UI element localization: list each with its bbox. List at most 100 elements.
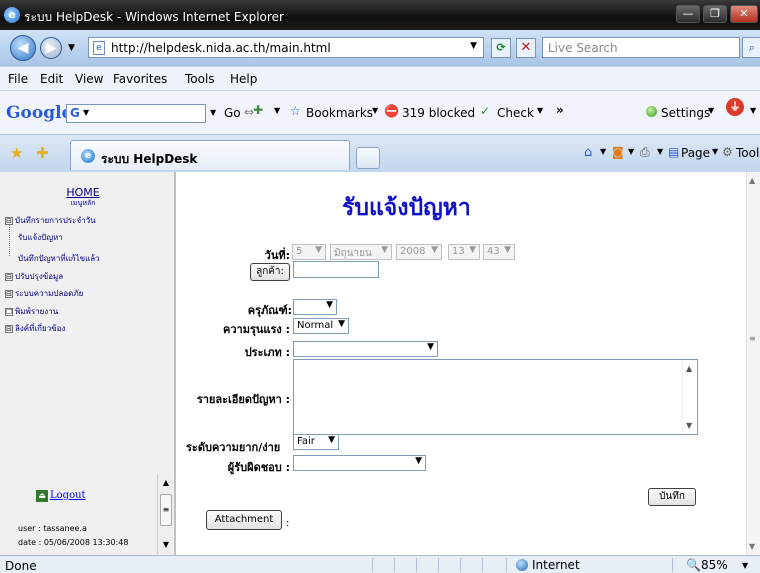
google-go-button[interactable]: Go xyxy=(224,106,241,120)
textarea-scrollbar: ▲ ▼ xyxy=(682,360,697,434)
minimize-button[interactable]: — xyxy=(676,5,700,23)
equipment-select[interactable]: ▼ xyxy=(293,299,337,315)
page-dropdown-icon[interactable]: ▼ xyxy=(712,147,718,156)
menu-view[interactable]: View xyxy=(75,72,103,86)
settings-dropdown-icon[interactable]: ▼ xyxy=(708,106,714,115)
menu-file[interactable]: File xyxy=(8,72,28,86)
google-search-input[interactable]: G ▼ xyxy=(66,104,206,123)
severity-select[interactable]: Normal ▼ xyxy=(293,318,349,334)
type-select[interactable]: ▼ xyxy=(293,341,438,357)
ie-logo-icon: e xyxy=(4,7,20,23)
maximize-button[interactable]: ❐ xyxy=(703,5,727,23)
menu-tools[interactable]: Tools xyxy=(185,72,215,86)
close-button[interactable]: ✕ xyxy=(730,5,758,23)
status-bar: Done Internet 🔍85% ▼ xyxy=(0,555,760,573)
status-text: Done xyxy=(5,559,37,573)
google-logo: Google xyxy=(6,103,73,123)
page-menu-button[interactable]: Page xyxy=(681,146,710,160)
scroll-up-icon: ▲ xyxy=(749,176,756,185)
search-input[interactable]: Live Search xyxy=(542,37,740,58)
save-button[interactable]: บันทึก xyxy=(648,488,696,506)
google-box-dropdown-icon[interactable]: ▼ xyxy=(83,108,89,117)
tree-item-report-problem[interactable]: รับแจ้งปัญหา xyxy=(18,231,63,244)
user-info: user : tassanee.a xyxy=(18,524,87,533)
history-dropdown-icon[interactable]: ▼ xyxy=(68,43,75,53)
refresh-button[interactable]: ⟳ xyxy=(491,38,511,58)
difficulty-label: ระดับความยาก/ง่าย xyxy=(186,441,281,454)
popup-blocked-button[interactable]: 319 blocked xyxy=(402,106,475,120)
settings-button[interactable]: Settings xyxy=(661,106,710,120)
puzzle-dropdown-icon[interactable]: ▼ xyxy=(274,106,280,115)
toolbar-overflow-button[interactable]: » xyxy=(556,103,564,117)
favorites-star-icon[interactable]: ★ xyxy=(10,144,23,162)
window-title-bar: e ระบบ HelpDesk - Windows Internet Explo… xyxy=(0,0,760,30)
detail-label: รายละเอียดปัญหา : xyxy=(196,393,290,406)
gear-icon: ⚙ xyxy=(722,145,733,159)
customer-input[interactable] xyxy=(293,261,379,278)
menu-edit[interactable]: Edit xyxy=(40,72,63,86)
google-search-dropdown-icon[interactable]: ▼ xyxy=(210,108,216,117)
tab-label: ระบบ HelpDesk xyxy=(101,152,198,166)
tree-item-security[interactable]: ⊟ ระบบความปลอดภัย xyxy=(5,287,83,300)
feeds-icon[interactable]: ◙ xyxy=(612,145,624,159)
address-toolbar: ◀ ▶ ▼ e http://helpdesk.nida.ac.th/main.… xyxy=(0,30,760,66)
new-tab-button[interactable] xyxy=(356,147,380,169)
tree-item-solved-problems[interactable]: บันทึกปัญหาที่แก้ไขแล้ว xyxy=(18,252,100,265)
home-dropdown-icon[interactable]: ▼ xyxy=(600,147,606,156)
search-icon[interactable]: ⌕ xyxy=(742,37,760,58)
globe-icon xyxy=(516,559,528,571)
logout-link[interactable]: ⏏ Logout xyxy=(36,490,86,502)
month-select[interactable]: มิถุนายน ▼ xyxy=(330,244,392,260)
zoom-level[interactable]: 🔍85% xyxy=(686,558,728,572)
year-select[interactable]: 2008 ▼ xyxy=(396,244,442,260)
day-select[interactable]: 5 ▼ xyxy=(292,244,326,260)
main-frame-scrollbar[interactable]: ▲ ≡ ▼ xyxy=(746,172,760,555)
bookmarks-dropdown-icon[interactable]: ▼ xyxy=(372,106,378,115)
detail-textarea[interactable]: ▲ ▼ xyxy=(293,359,698,435)
tools-menu-button[interactable]: Tools xyxy=(736,146,760,160)
zoom-dropdown-icon[interactable]: ▼ xyxy=(742,561,748,570)
bookmarks-button[interactable]: Bookmarks xyxy=(306,106,373,120)
forward-button[interactable]: ▶ xyxy=(40,37,62,59)
menu-help[interactable]: Help xyxy=(230,72,257,86)
spellcheck-icon: ✓ xyxy=(480,104,491,118)
check-dropdown-icon[interactable]: ▼ xyxy=(537,106,543,115)
google-box-icon: G xyxy=(70,106,80,120)
page-title: รับแจ้งปัญหา xyxy=(342,195,471,221)
type-label: ประเภท : xyxy=(244,346,290,359)
address-field[interactable]: e http://helpdesk.nida.ac.th/main.html ▼ xyxy=(88,37,484,58)
attachment-button[interactable]: Attachment xyxy=(206,510,282,530)
hour-select[interactable]: 13 ▼ xyxy=(448,244,480,260)
expander-icon: ⊟ xyxy=(5,289,13,298)
expander-icon: ⊟ xyxy=(5,272,13,281)
minute-select[interactable]: 43 ▼ xyxy=(483,244,515,260)
back-button[interactable]: ◀ xyxy=(10,35,36,61)
tree-item-related-links[interactable]: ⊟ ลิงค์ที่เกี่ยวข้อง xyxy=(5,322,65,335)
customer-button[interactable]: ลูกค้า: xyxy=(250,263,290,281)
scroll-down-icon: ▼ xyxy=(162,540,170,549)
tree-item-print-report[interactable]: ☐ พิมพ์รายงาน xyxy=(5,305,58,318)
feeds-dropdown-icon[interactable]: ▼ xyxy=(628,147,634,156)
menu-favorites[interactable]: Favorites xyxy=(113,72,167,86)
tab-helpdesk[interactable]: e ระบบ HelpDesk xyxy=(70,140,350,170)
spellcheck-button[interactable]: Check xyxy=(497,106,534,120)
severity-label: ความรุนแรง : xyxy=(223,323,290,336)
address-dropdown-icon[interactable]: ▼ xyxy=(470,41,477,51)
left-frame-scrollbar[interactable]: ▲ ≡ ▼ xyxy=(157,474,173,554)
tree-item-daily-records[interactable]: ⊟ บันทึกรายการประจำวัน xyxy=(5,214,96,227)
acrobat-dropdown-icon[interactable]: ▼ xyxy=(750,106,756,115)
print-dropdown-icon[interactable]: ▼ xyxy=(657,147,663,156)
responsible-label: ผู้รับผิดชอบ : xyxy=(227,461,290,474)
responsible-select[interactable]: ▼ xyxy=(293,455,426,471)
popup-blocker-icon: ⛔ xyxy=(384,104,399,118)
stop-button[interactable]: ✕ xyxy=(516,38,536,58)
tree-item-update-data[interactable]: ⊟ ปรับปรุงข้อมูล xyxy=(5,270,63,283)
window-title: ระบบ HelpDesk - Windows Internet Explore… xyxy=(24,10,284,24)
print-icon[interactable]: ⎙ xyxy=(640,145,650,160)
acrobat-icon[interactable]: ⏚ xyxy=(726,98,744,116)
add-favorites-icon[interactable]: ✚ xyxy=(36,144,49,162)
difficulty-select[interactable]: Fair ▼ xyxy=(293,434,339,450)
login-date: date : 05/06/2008 13:30:48 xyxy=(18,538,129,547)
home-icon[interactable]: ⌂ xyxy=(584,145,592,160)
puzzle-icon[interactable]: ✚ xyxy=(253,103,263,117)
